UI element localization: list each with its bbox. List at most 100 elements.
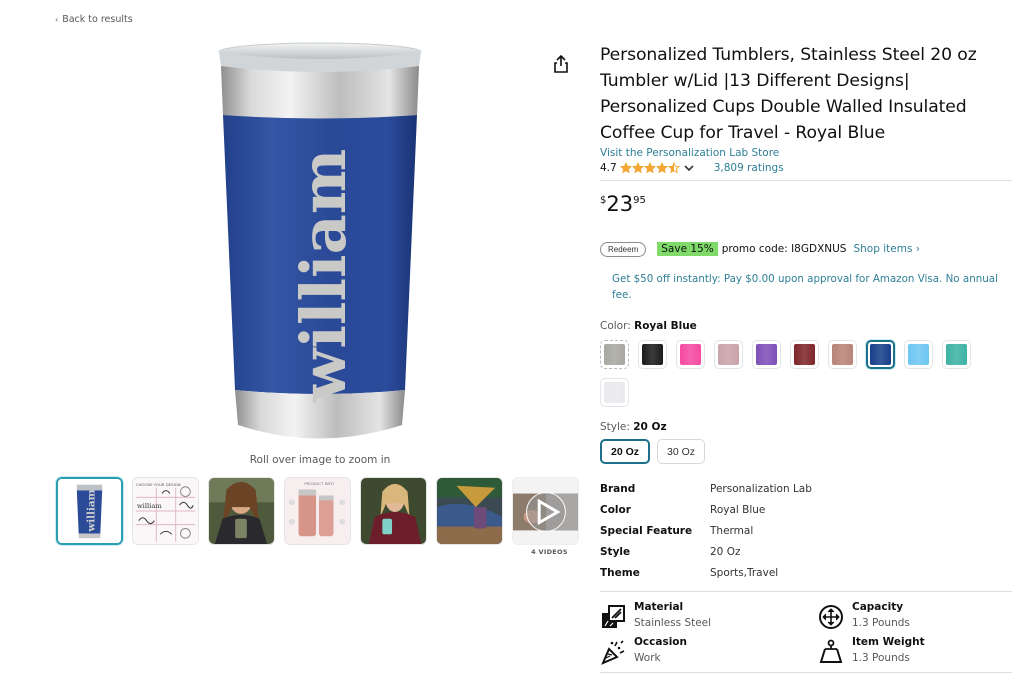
divider: [600, 180, 1012, 181]
color-swatch-blush[interactable]: [714, 340, 743, 369]
color-swatch-gray[interactable]: [600, 340, 629, 369]
swatch-fill: [794, 344, 815, 365]
video-thumbnail[interactable]: [512, 477, 579, 545]
color-label: Color: Royal Blue: [600, 320, 1012, 332]
back-to-results-link[interactable]: ‹ Back to results: [55, 14, 133, 25]
back-to-results-label: Back to results: [62, 14, 133, 25]
star-full-icon: [619, 162, 632, 174]
price-whole: 23: [606, 192, 634, 216]
style-option-20oz[interactable]: 20 Oz: [600, 439, 651, 464]
swatch-fill: [680, 344, 701, 365]
thumbnail-strip: william CHOOSE YOUR DESIGN william PRODU…: [56, 477, 579, 545]
main-product-image[interactable]: william: [215, 40, 425, 452]
zoom-hint: Roll over image to zoom in: [249, 454, 391, 466]
divider: [600, 672, 1012, 673]
highlight-value: Work: [634, 652, 661, 664]
color-swatch-maroon[interactable]: [790, 340, 819, 369]
spec-row-theme: Theme Sports,Travel: [600, 562, 1012, 583]
redeem-button[interactable]: Redeem: [600, 241, 647, 257]
spec-row-style: Style 20 Oz: [600, 541, 1012, 562]
swatch-fill: [756, 344, 777, 365]
star-full-icon: [631, 162, 644, 174]
svg-text:PRODUCT INFO: PRODUCT INFO: [304, 481, 334, 486]
thumbnail-5[interactable]: [360, 477, 427, 545]
material-icon: [602, 605, 625, 628]
spec-value: Personalization Lab: [710, 482, 812, 495]
price-fraction: 95: [633, 195, 646, 206]
store-link[interactable]: Visit the Personalization Lab Store: [600, 147, 1012, 159]
color-swatch-light-blue[interactable]: [904, 340, 933, 369]
save-badge: Save 15%: [657, 242, 718, 256]
highlight-value: 1.3 Pounds: [852, 652, 910, 664]
thumbnail-4[interactable]: PRODUCT INFO: [284, 477, 351, 545]
star-rating[interactable]: [619, 162, 680, 174]
svg-text:william: william: [137, 502, 163, 510]
price: $ 23 95: [600, 192, 1012, 218]
spec-value: Thermal: [710, 524, 754, 537]
style-options: 20 Oz 30 Oz: [600, 439, 1012, 464]
capacity-icon: [819, 605, 843, 629]
shop-items-link[interactable]: Shop items ›: [853, 243, 919, 255]
rating-value: 4.7: [600, 162, 617, 174]
thumbnail-3[interactable]: [208, 477, 275, 545]
spec-key: Theme: [600, 566, 640, 579]
swatch-fill: [642, 344, 663, 365]
spec-value: 20 Oz: [710, 545, 741, 558]
color-swatch-royal-blue[interactable]: [866, 340, 895, 369]
occasion-icon: [601, 640, 625, 665]
highlight-value: 1.3 Pounds: [852, 617, 910, 629]
engraved-name-text: william: [287, 149, 360, 403]
promo-code-text: promo code: I8GDXNUS: [721, 243, 847, 255]
ratings-count-link[interactable]: 3,809 ratings: [714, 162, 784, 174]
thumbnail-6[interactable]: [436, 477, 503, 545]
color-swatch-teal[interactable]: [942, 340, 971, 369]
chevron-down-icon[interactable]: [684, 164, 694, 172]
swatch-fill: [718, 344, 739, 365]
highlight-key: Capacity: [852, 601, 904, 613]
spec-row-brand: Brand Personalization Lab: [600, 478, 1012, 499]
videos-count-label: 4 VIDEOS: [531, 548, 568, 556]
star-half-icon: [667, 162, 680, 174]
swatch-fill: [946, 344, 967, 365]
color-swatch-rose-gold[interactable]: [828, 340, 857, 369]
color-label-prefix: Color:: [600, 320, 635, 332]
highlight-occasion: Occasion Work: [600, 635, 818, 666]
swatch-fill: [604, 382, 625, 403]
svg-text:william: william: [86, 489, 98, 532]
thumbnail-2[interactable]: CHOOSE YOUR DESIGN william: [132, 477, 199, 545]
swatch-fill: [604, 344, 625, 365]
highlight-value: Stainless Steel: [634, 617, 712, 629]
spec-key: Style: [600, 545, 631, 558]
chevron-left-icon: ‹: [55, 15, 59, 24]
highlight-key: Material: [634, 601, 684, 613]
highlight-capacity: Capacity 1.3 Pounds: [818, 600, 1008, 631]
spec-value: Sports,Travel: [710, 566, 779, 579]
color-swatch-purple[interactable]: [752, 340, 781, 369]
style-label-prefix: Style:: [600, 421, 634, 433]
swatch-fill: [832, 344, 853, 365]
spec-row-color: Color Royal Blue: [600, 499, 1012, 520]
share-icon[interactable]: [552, 54, 570, 74]
color-swatch-pink[interactable]: [676, 340, 705, 369]
star-full-icon: [643, 162, 656, 174]
product-title: Personalized Tumblers, Stainless Steel 2…: [600, 45, 977, 143]
product-highlights: Material Stainless Steel Capacity 1.3 Poun…: [600, 592, 1012, 672]
thumbnail-1[interactable]: william: [56, 477, 123, 545]
weight-icon: [819, 639, 843, 663]
visa-offer-link[interactable]: Get $50 off instantly: Pay $0.00 upon ap…: [612, 271, 1002, 303]
color-swatch-black[interactable]: [638, 340, 667, 369]
color-swatches: [600, 340, 990, 407]
star-full-icon: [655, 162, 668, 174]
color-swatch-white[interactable]: [600, 378, 629, 407]
highlight-item-weight: Item Weight 1.3 Pounds: [818, 635, 1008, 666]
rating-row: 4.7 3,809 ratings: [600, 161, 1012, 175]
style-option-30oz[interactable]: 30 Oz: [657, 439, 706, 464]
style-label: Style: 20 Oz: [600, 421, 1012, 433]
svg-text:CHOOSE YOUR DESIGN: CHOOSE YOUR DESIGN: [136, 482, 181, 487]
spec-value: Royal Blue: [710, 503, 766, 516]
swatch-fill: [908, 344, 929, 365]
highlight-key: Occasion: [634, 636, 687, 648]
selected-color: Royal Blue: [634, 320, 697, 332]
promo-row: Redeem Save 15% promo code: I8GDXNUS Sho…: [600, 241, 1012, 257]
spec-key: Special Feature: [600, 524, 693, 537]
